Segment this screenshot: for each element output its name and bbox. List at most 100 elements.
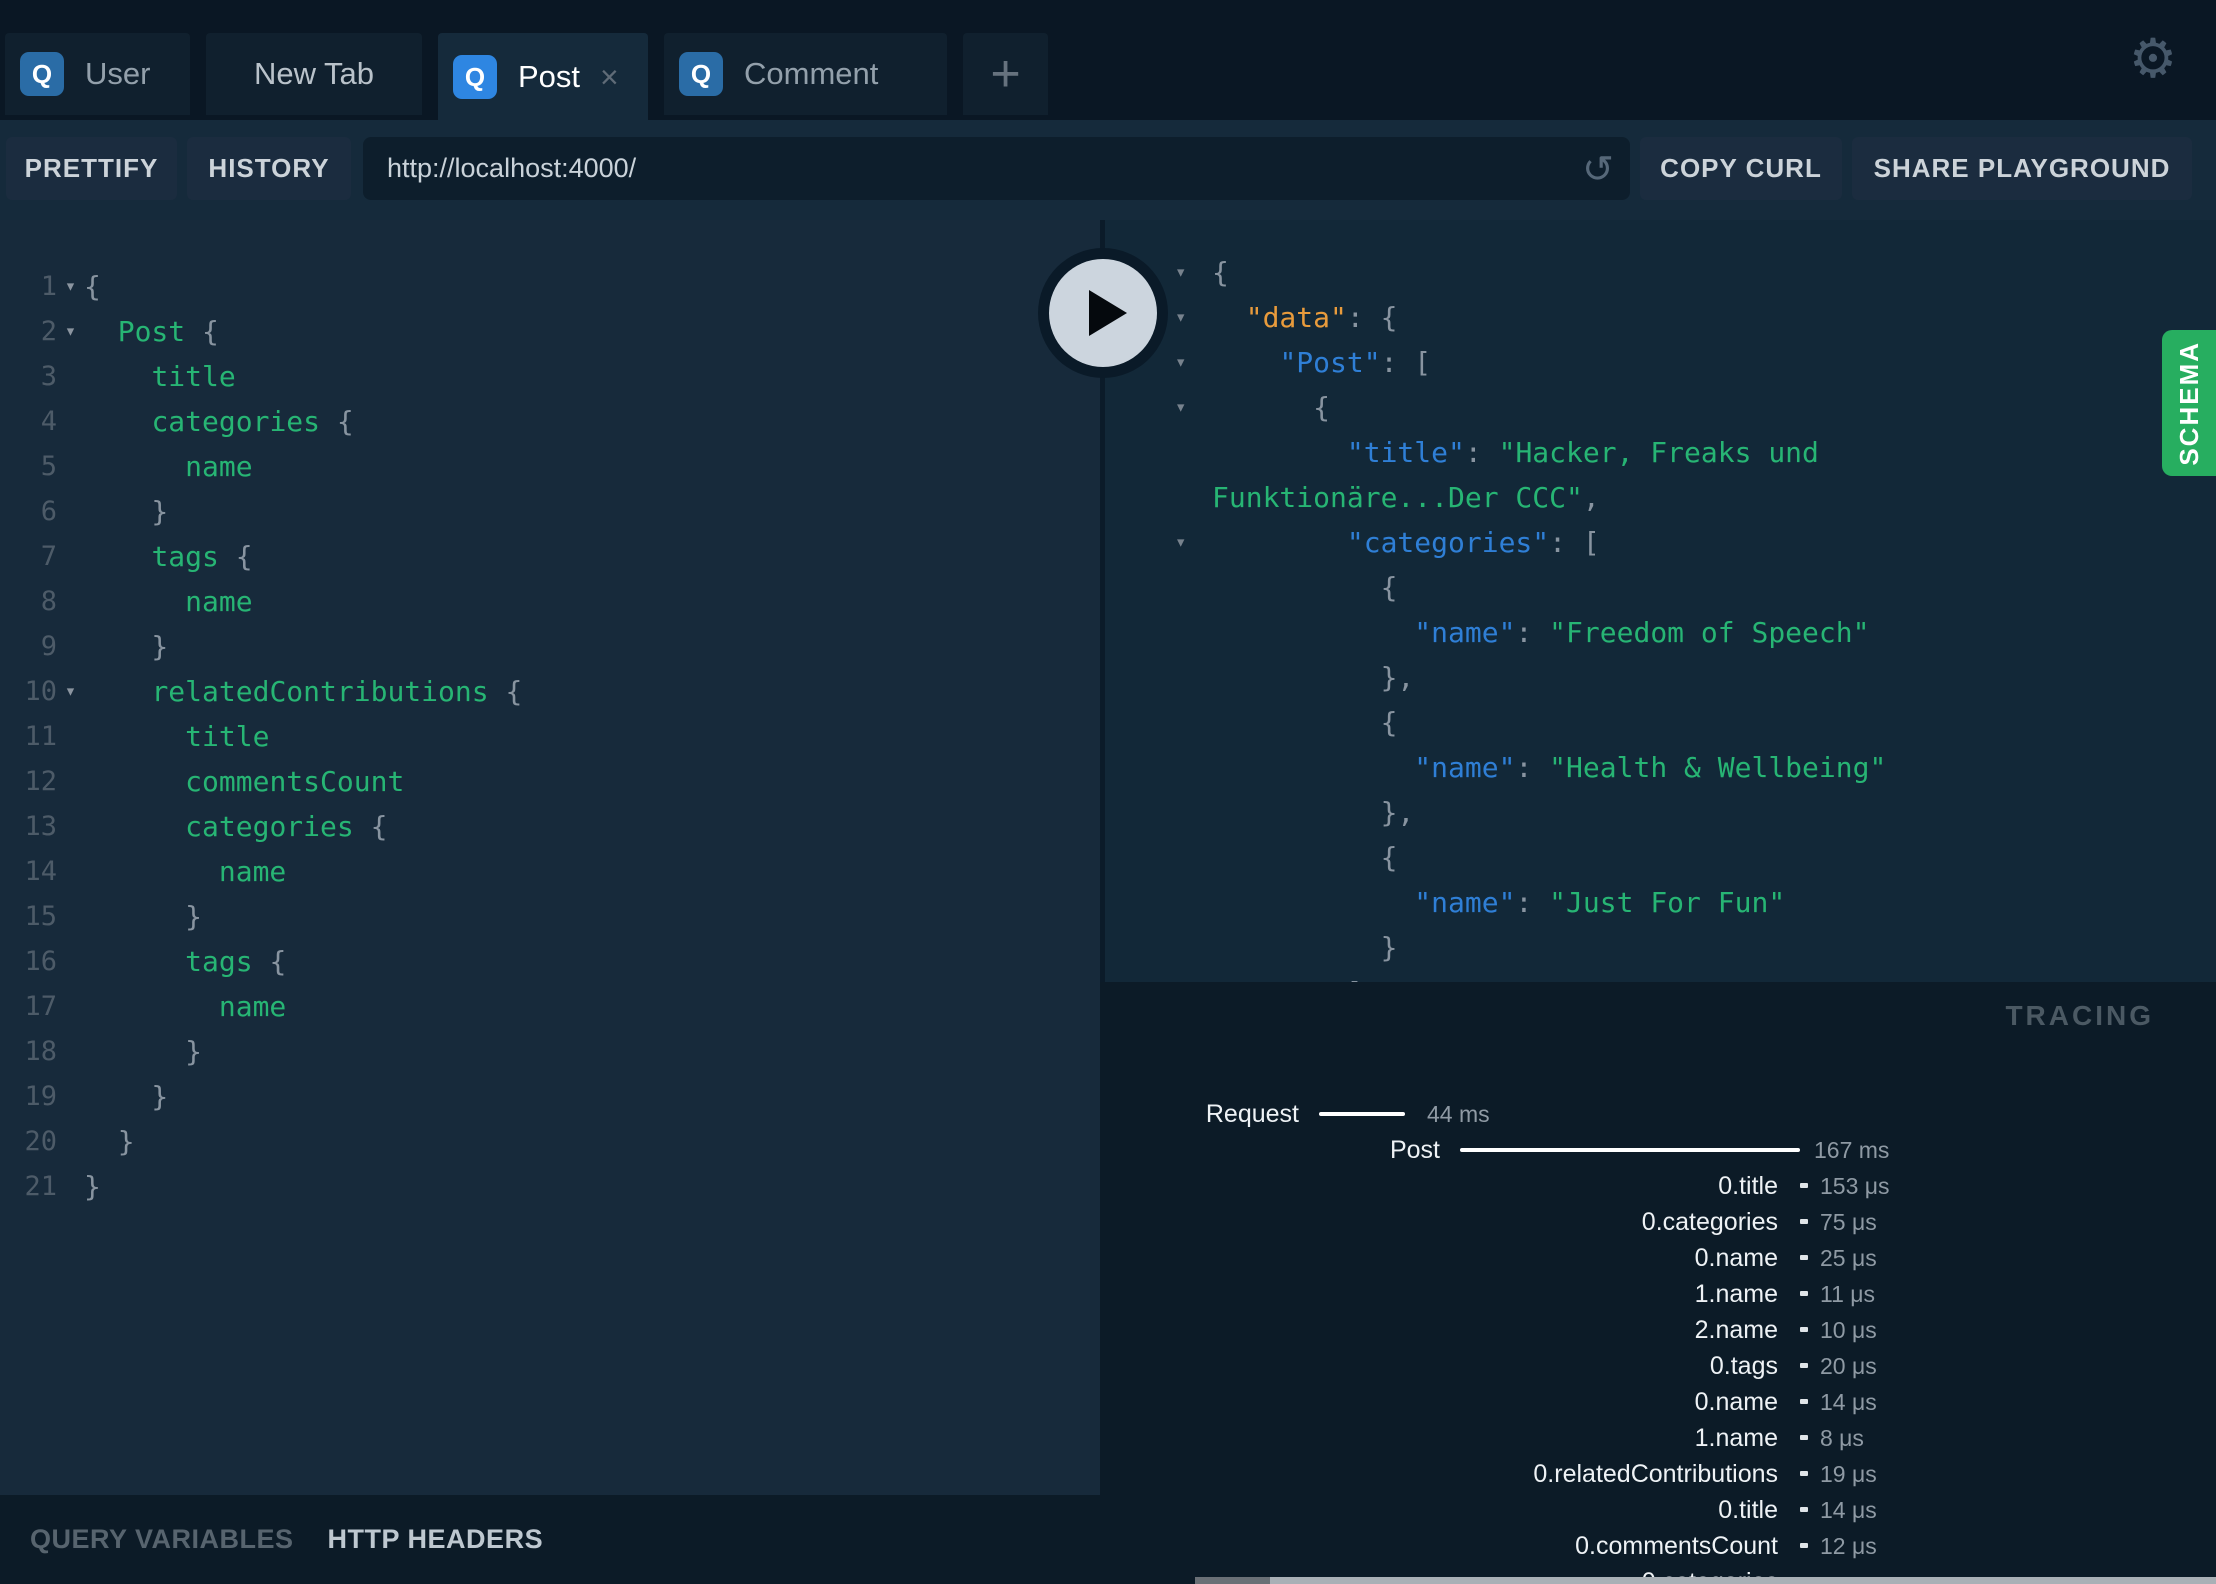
fold-arrow-icon[interactable]: ▾ — [1175, 340, 1186, 385]
fold-gutter — [57, 579, 84, 624]
new-tab-button[interactable]: + — [963, 33, 1048, 115]
query-badge-icon: Q — [20, 52, 64, 96]
query-editor-lines[interactable]: 1 ▾{2 ▾ Post {3 title 4 categories {5 name 6… — [0, 264, 1100, 1209]
fold-arrow-icon[interactable]: ▾ — [1175, 520, 1186, 565]
editor-line[interactable]: 17 name — [0, 984, 1100, 1029]
code-text: name — [218, 990, 287, 1023]
code-text: name — [185, 585, 253, 618]
fold-gutter — [57, 1029, 84, 1074]
trace-row: 0.commentsCount 12 μs — [1100, 1528, 2216, 1564]
line-number: 21 — [24, 1171, 57, 1202]
trace-bar — [1460, 1148, 1800, 1152]
trace-duration: 44 ms — [1427, 1101, 1490, 1127]
line-number: 2 — [40, 316, 57, 347]
response-line: "name": "Just For Fun" — [1414, 886, 1786, 919]
trace-row: 0.tags 20 μs — [1100, 1348, 2216, 1384]
tab-comment[interactable]: Q Comment — [664, 33, 947, 115]
fold-arrow-icon[interactable]: ▾ — [1175, 250, 1186, 295]
fold-arrow-icon[interactable]: ▾ — [1175, 295, 1186, 340]
editor-line[interactable]: 3 title — [0, 354, 1100, 399]
editor-line[interactable]: 1 ▾{ — [0, 264, 1100, 309]
close-tab-icon[interactable]: × — [600, 61, 619, 93]
line-number: 18 — [24, 1036, 57, 1067]
trace-tick — [1800, 1471, 1808, 1476]
copy-curl-button[interactable]: COPY CURL — [1640, 137, 1842, 200]
tab-label: User — [85, 56, 151, 91]
editor-line[interactable]: 8 name — [0, 579, 1100, 624]
fold-arrow-icon[interactable]: ▾ — [1175, 385, 1186, 430]
line-number: 12 — [24, 766, 57, 797]
code-text: } — [84, 495, 169, 528]
trace-row: 0.categories 75 μs — [1100, 1204, 2216, 1240]
fold-arrow-icon[interactable]: ▾ — [57, 309, 84, 354]
response-line: ▾ "Post": [ — [1105, 340, 2216, 385]
fold-gutter — [57, 984, 84, 1029]
play-button-circle — [1049, 259, 1157, 367]
fold-arrow-icon[interactable]: ▾ — [57, 669, 84, 714]
editor-line[interactable]: 20 } — [0, 1119, 1100, 1164]
fold-arrow-icon[interactable]: ▾ — [57, 264, 84, 309]
response-pane[interactable]: ▾{▾ "data": {▾ "Post": [▾ { "title": "Ha… — [1100, 220, 2216, 982]
code-text: title — [151, 360, 236, 393]
fold-gutter — [57, 714, 84, 759]
trace-duration: 14 μs — [1820, 1389, 1877, 1415]
editor-line[interactable]: 5 name — [0, 444, 1100, 489]
reload-endpoint-icon[interactable]: ↺ — [1568, 137, 1628, 200]
fold-gutter — [57, 444, 84, 489]
schema-side-tab-label: SCHEMA — [2173, 340, 2204, 466]
response-line: ] — [1105, 970, 2216, 982]
trace-label: 0.name — [1694, 1244, 1778, 1272]
editor-line[interactable]: 2 ▾ Post { — [0, 309, 1100, 354]
editor-line[interactable]: 18 } — [0, 1029, 1100, 1074]
execute-query-button[interactable] — [1038, 248, 1168, 378]
fold-gutter — [57, 624, 84, 669]
tab-post[interactable]: Q Post × — [438, 33, 648, 121]
history-button[interactable]: HISTORY — [187, 137, 351, 200]
tab-label: Comment — [744, 56, 879, 91]
code-text: commentsCount — [185, 765, 405, 798]
response-line: ▾ "data": { — [1105, 295, 2216, 340]
editor-line[interactable]: 16 tags { — [0, 939, 1100, 984]
editor-line[interactable]: 13 categories { — [0, 804, 1100, 849]
line-number: 7 — [40, 541, 57, 572]
response-line: ▾ { — [1105, 385, 2216, 430]
trace-row: Request 44 ms — [1100, 1096, 2216, 1132]
editor-line[interactable]: 15 } — [0, 894, 1100, 939]
editor-line[interactable]: 12 commentsCount — [0, 759, 1100, 804]
horizontal-scrollbar[interactable] — [1270, 1577, 2216, 1584]
right-panel: ▾{▾ "data": {▾ "Post": [▾ { "title": "Ha… — [1100, 220, 2216, 1584]
fold-gutter — [57, 804, 84, 849]
line-number: 19 — [24, 1081, 57, 1112]
editor-line[interactable]: 7 tags { — [0, 534, 1100, 579]
line-number: 16 — [24, 946, 57, 977]
schema-side-tab[interactable]: SCHEMA — [2162, 330, 2216, 476]
trace-tick — [1800, 1291, 1808, 1296]
settings-gear-icon[interactable]: ⚙ — [2124, 30, 2182, 88]
trace-label: 0.commentsCount — [1575, 1532, 1778, 1560]
line-number: 17 — [24, 991, 57, 1022]
editor-line[interactable]: 6 } — [0, 489, 1100, 534]
editor-line[interactable]: 19 } — [0, 1074, 1100, 1119]
query-variables-tab[interactable]: QUERY VARIABLES — [30, 1524, 294, 1555]
trace-row: 1.name 11 μs — [1100, 1276, 2216, 1312]
editor-line[interactable]: 9 } — [0, 624, 1100, 669]
tab-new-tab[interactable]: New Tab — [206, 33, 422, 115]
tab-user[interactable]: Q User — [5, 33, 190, 115]
horizontal-scrollbar-thumb[interactable] — [1195, 1577, 1270, 1584]
toolbar: PRETTIFY HISTORY ↺ COPY CURL SHARE PLAYG… — [0, 120, 2216, 220]
editor-line[interactable]: 4 categories { — [0, 399, 1100, 444]
editor-line[interactable]: 14 name — [0, 849, 1100, 894]
share-playground-button[interactable]: SHARE PLAYGROUND — [1852, 137, 2192, 200]
query-editor-pane[interactable]: 1 ▾{2 ▾ Post {3 title 4 categories {5 name 6… — [0, 220, 1100, 1584]
endpoint-url-input[interactable] — [363, 137, 1630, 200]
prettify-button[interactable]: PRETTIFY — [6, 137, 177, 200]
line-number: 4 — [40, 406, 57, 437]
trace-tick — [1800, 1435, 1808, 1440]
editor-line[interactable]: 10 ▾ relatedContributions { — [0, 669, 1100, 714]
editor-line[interactable]: 11 title — [0, 714, 1100, 759]
trace-label: Post — [1389, 1136, 1440, 1164]
http-headers-tab[interactable]: HTTP HEADERS — [328, 1524, 544, 1555]
code-text: relatedContributions { — [151, 675, 523, 708]
editor-line[interactable]: 21} — [0, 1164, 1100, 1209]
code-text: } — [84, 1125, 135, 1158]
